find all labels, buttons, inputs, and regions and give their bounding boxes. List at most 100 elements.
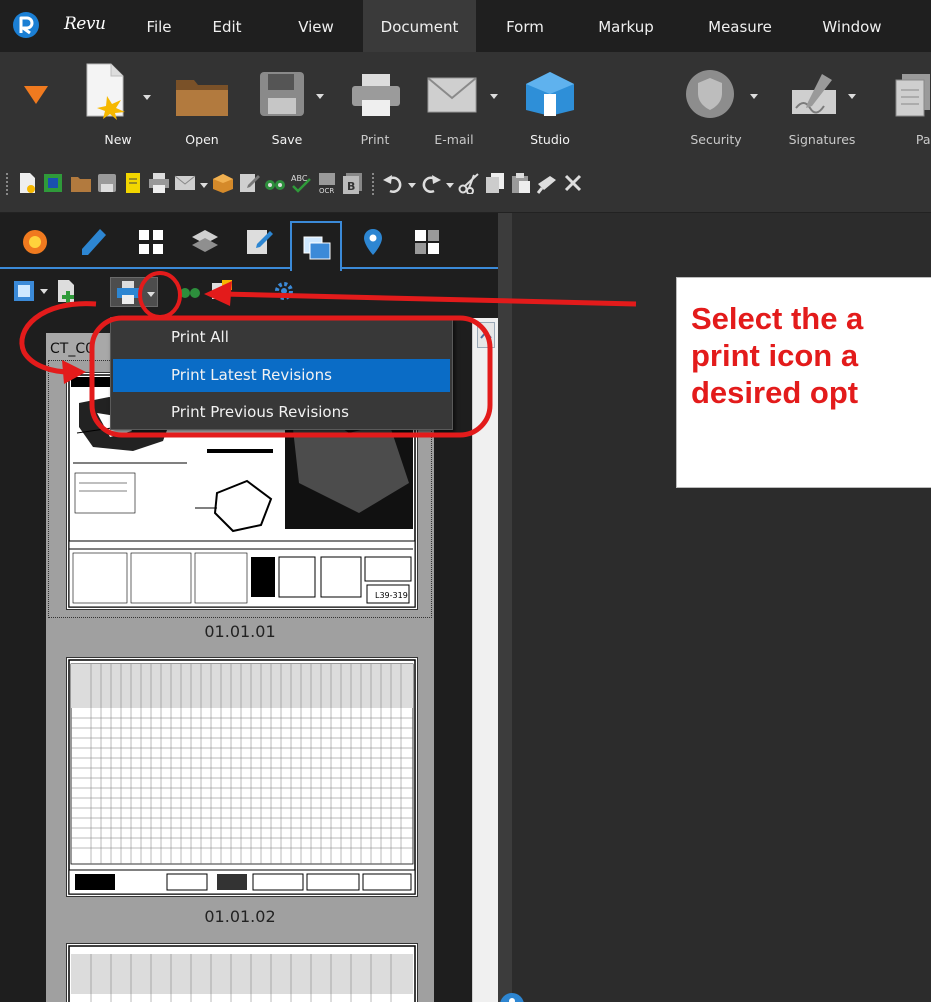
save-dropdown-arrow[interactable] <box>316 94 324 99</box>
paste-icon[interactable] <box>510 172 532 194</box>
security-label: Security <box>690 132 742 147</box>
signatures-label: Signatures <box>788 132 856 147</box>
svg-text:B: B <box>347 180 355 193</box>
properties-tab-icon[interactable] <box>244 227 274 257</box>
undo-dropdown-arrow[interactable] <box>408 183 416 188</box>
settings-gear-icon[interactable] <box>272 279 296 303</box>
package-icon[interactable] <box>212 172 234 194</box>
page-label: Page <box>915 132 931 147</box>
printer-icon[interactable] <box>350 72 402 118</box>
floppy-disk-icon[interactable] <box>258 70 306 118</box>
undo-icon[interactable] <box>382 172 404 194</box>
menu-item-print-latest-revisions[interactable]: Print Latest Revisions <box>113 359 450 392</box>
sets-manage-icon[interactable] <box>12 279 36 303</box>
schedule-table-drawing <box>68 659 416 895</box>
form-edit-icon[interactable] <box>238 172 260 194</box>
file-access-tab-icon[interactable] <box>412 227 442 257</box>
save-label: Save <box>271 132 303 147</box>
thumbnail-page-3[interactable] <box>66 943 418 1002</box>
menu-item-print-previous-revisions[interactable]: Print Previous Revisions <box>113 396 450 429</box>
menu-view[interactable]: View <box>288 0 344 52</box>
new-document-icon <box>86 63 125 120</box>
toolbar-grip <box>6 173 9 195</box>
pages-icon[interactable] <box>892 72 931 120</box>
new-blank-icon[interactable] <box>42 172 64 194</box>
folder-icon[interactable] <box>174 72 230 118</box>
delete-icon[interactable] <box>562 172 584 194</box>
binoculars-icon[interactable] <box>264 172 286 194</box>
new-dropdown-arrow[interactable] <box>143 95 151 100</box>
menu-measure[interactable]: Measure <box>692 0 788 52</box>
thumbnail-scrollbar[interactable] <box>472 318 498 1002</box>
menu-item-print-all[interactable]: Print All <box>113 321 450 354</box>
sets-dropdown-arrow[interactable] <box>40 289 48 294</box>
email-small-dropdown-arrow[interactable] <box>200 183 208 188</box>
email-label: E-mail <box>434 132 474 147</box>
scroll-up-button[interactable] <box>477 322 495 348</box>
revu-logo-icon[interactable] <box>12 11 40 39</box>
envelope-icon[interactable] <box>426 76 478 114</box>
print-set-split-button[interactable] <box>110 277 158 307</box>
panel-splitter[interactable] <box>498 213 512 1002</box>
app-brand: Revu <box>64 14 106 34</box>
save-small-icon[interactable] <box>96 172 118 194</box>
menu-window[interactable]: Window <box>808 0 896 52</box>
print-options-menu: Print All Print Latest Revisions Print P… <box>110 317 453 430</box>
add-file-icon[interactable] <box>54 279 78 303</box>
notes-icon[interactable] <box>122 172 144 194</box>
print-set-dropdown-arrow[interactable] <box>147 292 155 297</box>
drawing-stamp: L39-319 <box>375 591 408 600</box>
signatures-tab[interactable] <box>290 221 342 271</box>
markups-tab-icon[interactable] <box>78 227 108 257</box>
print-set-icon[interactable] <box>115 280 141 306</box>
batch-icon[interactable]: B <box>342 172 364 194</box>
signature-pen-icon[interactable] <box>788 70 840 118</box>
studio-tab-icon[interactable] <box>20 227 50 257</box>
quick-access-menu-icon[interactable] <box>22 82 50 106</box>
set-properties-icon[interactable] <box>210 279 234 303</box>
layers-tab-icon[interactable] <box>190 227 220 257</box>
compare-icon[interactable] <box>178 279 202 303</box>
places-tab-icon[interactable] <box>358 227 388 257</box>
redo-icon[interactable] <box>420 172 442 194</box>
menu-document[interactable]: Document <box>363 0 476 52</box>
page-indicator-icon <box>500 993 524 1002</box>
email-small-icon[interactable] <box>174 172 196 194</box>
email-dropdown-arrow[interactable] <box>490 94 498 99</box>
print-label: Print <box>360 132 390 147</box>
print-small-icon[interactable] <box>148 172 170 194</box>
callout-line-3: desired opt <box>691 375 859 410</box>
sets-tab-icon <box>303 236 331 260</box>
schedule-table-drawing-2 <box>68 945 416 1002</box>
svg-text:ABC: ABC <box>291 174 308 183</box>
thumbnail-page-2[interactable] <box>66 657 418 897</box>
toolbar-separator <box>372 173 375 195</box>
thumbnails-grid-tab-icon[interactable] <box>136 227 166 257</box>
open-label: Open <box>185 132 219 147</box>
quick-access-toolbar: ABC OCR B <box>0 157 931 213</box>
set-name: CT_C0 <box>50 341 95 357</box>
new-document-small-icon[interactable] <box>16 172 38 194</box>
redo-dropdown-arrow[interactable] <box>446 183 454 188</box>
open-small-icon[interactable] <box>70 172 92 194</box>
menu-file[interactable]: File <box>134 0 184 52</box>
menu-form[interactable]: Form <box>494 0 556 52</box>
spell-check-icon[interactable]: ABC <box>290 172 312 194</box>
ribbon: New Open Save Print E-mail Studio Securi… <box>0 52 931 157</box>
ocr-icon[interactable]: OCR <box>316 172 338 194</box>
cut-icon[interactable] <box>458 172 480 194</box>
copy-icon[interactable] <box>484 172 506 194</box>
sets-toolbar <box>0 271 498 315</box>
signatures-dropdown-arrow[interactable] <box>848 94 856 99</box>
svg-text:OCR: OCR <box>319 187 334 194</box>
chevron-up-icon <box>480 330 492 339</box>
menu-markup[interactable]: Markup <box>584 0 668 52</box>
studio-icon[interactable] <box>524 70 576 118</box>
format-painter-icon[interactable] <box>536 172 558 194</box>
menu-edit[interactable]: Edit <box>202 0 252 52</box>
security-dropdown-arrow[interactable] <box>750 94 758 99</box>
callout-line-2: print icon a <box>691 338 859 373</box>
instruction-callout: Select the a print icon a desired opt <box>676 277 931 488</box>
shield-icon[interactable] <box>684 68 736 120</box>
revu-window: Revu File Edit View Document Form Markup… <box>0 0 931 1002</box>
